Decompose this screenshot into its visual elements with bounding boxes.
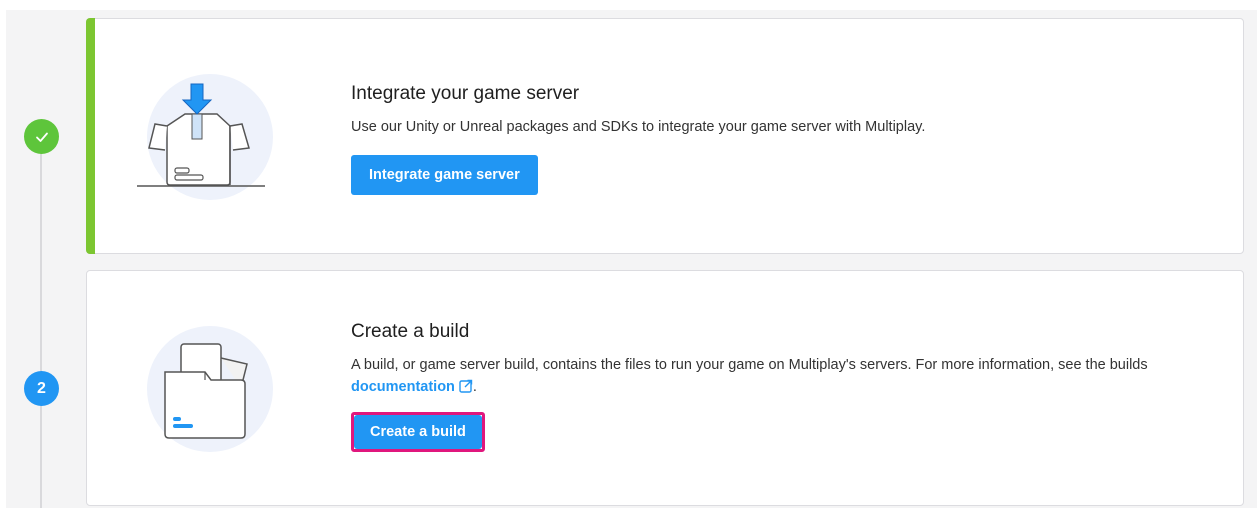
folder-illustration [147,326,273,452]
step-2-number: 2 [37,379,46,397]
step-1-complete-badge [24,119,59,154]
step-card-integrate: Integrate your game server Use our Unity… [86,18,1244,254]
step-2-description-end: . [472,379,477,395]
external-link-icon[interactable] [459,379,473,393]
top-strip [0,0,1257,10]
integrate-game-server-button[interactable]: Integrate game server [351,155,538,195]
stepper-line [40,150,42,508]
step-1-title: Integrate your game server [351,83,580,104]
box-illustration [137,74,273,200]
step-2-title: Create a build [351,321,470,342]
step-2-content: Create a build A build, or game server b… [351,321,1223,452]
checkmark-icon [35,132,48,142]
documentation-link[interactable]: documentation [351,379,455,395]
box-with-download-arrow-icon [137,83,265,187]
step-2-description-text: A build, or game server build, contains … [351,357,1148,373]
create-build-highlight: Create a build [351,412,485,452]
step-card-create-build: Create a build A build, or game server b… [86,270,1244,506]
step-1-description: Use our Unity or Unreal packages and SDK… [351,119,926,135]
folder-icon [164,343,248,439]
onboarding-steps: 2 Integrate your game server Use our Uni… [0,0,1257,508]
create-build-button[interactable]: Create a build [354,415,482,449]
step-2-description: A build, or game server build, contains … [351,354,1223,398]
step-1-content: Integrate your game server Use our Unity… [351,83,1223,195]
left-edge [0,0,6,508]
step-2-number-badge: 2 [24,371,59,406]
